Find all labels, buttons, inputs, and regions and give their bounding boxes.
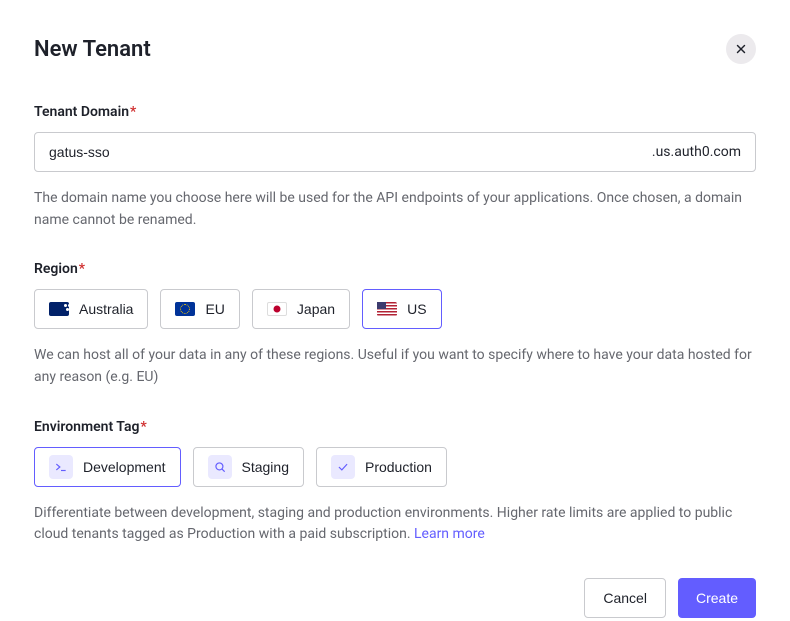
check-icon bbox=[331, 455, 355, 479]
env-label-text: Production bbox=[365, 459, 432, 475]
env-label-text: Development bbox=[83, 459, 166, 475]
region-label: Region* bbox=[34, 261, 756, 277]
close-icon bbox=[734, 42, 748, 56]
region-label-text: Japan bbox=[297, 301, 335, 317]
env-label-text: Staging bbox=[242, 459, 289, 475]
region-label-text: Australia bbox=[79, 301, 133, 317]
env-option-development[interactable]: Development bbox=[34, 447, 181, 487]
close-button[interactable] bbox=[726, 34, 756, 64]
environment-tag-label: Environment Tag* bbox=[34, 419, 756, 435]
region-helper: We can host all of your data in any of t… bbox=[34, 345, 756, 388]
dialog-footer: Cancel Create bbox=[34, 578, 756, 618]
flag-us-icon bbox=[377, 302, 397, 316]
tenant-domain-field: Tenant Domain* .us.auth0.com The domain … bbox=[34, 104, 756, 231]
cancel-button[interactable]: Cancel bbox=[584, 578, 666, 618]
required-marker: * bbox=[130, 104, 136, 120]
region-label-text: US bbox=[407, 301, 426, 317]
label-text: Tenant Domain bbox=[34, 104, 129, 120]
region-field: Region* Australia EU Japan US We can hos… bbox=[34, 261, 756, 388]
tenant-domain-helper: The domain name you choose here will be … bbox=[34, 188, 756, 231]
environment-tag-field: Environment Tag* Development Staging Pro… bbox=[34, 419, 756, 546]
create-button[interactable]: Create bbox=[678, 578, 756, 618]
env-option-production[interactable]: Production bbox=[316, 447, 447, 487]
region-label-text: EU bbox=[205, 301, 224, 317]
page-title: New Tenant bbox=[34, 37, 151, 62]
region-option-australia[interactable]: Australia bbox=[34, 289, 148, 329]
helper-text: Differentiate between development, stagi… bbox=[34, 505, 732, 543]
environment-tag-helper: Differentiate between development, stagi… bbox=[34, 503, 756, 546]
label-text: Environment Tag bbox=[34, 419, 139, 435]
search-icon bbox=[208, 455, 232, 479]
tenant-domain-input-wrapper[interactable]: .us.auth0.com bbox=[34, 132, 756, 172]
flag-japan-icon bbox=[267, 302, 287, 316]
flag-australia-icon bbox=[49, 302, 69, 316]
env-option-staging[interactable]: Staging bbox=[193, 447, 304, 487]
region-option-eu[interactable]: EU bbox=[160, 289, 239, 329]
tenant-domain-label: Tenant Domain* bbox=[34, 104, 756, 120]
flag-eu-icon bbox=[175, 302, 195, 316]
region-option-us[interactable]: US bbox=[362, 289, 441, 329]
region-option-japan[interactable]: Japan bbox=[252, 289, 350, 329]
required-marker: * bbox=[79, 261, 85, 277]
domain-suffix: .us.auth0.com bbox=[652, 144, 741, 160]
required-marker: * bbox=[140, 419, 146, 435]
label-text: Region bbox=[34, 261, 78, 277]
learn-more-link[interactable]: Learn more bbox=[414, 526, 485, 542]
tenant-domain-input[interactable] bbox=[49, 144, 652, 160]
terminal-icon bbox=[49, 455, 73, 479]
